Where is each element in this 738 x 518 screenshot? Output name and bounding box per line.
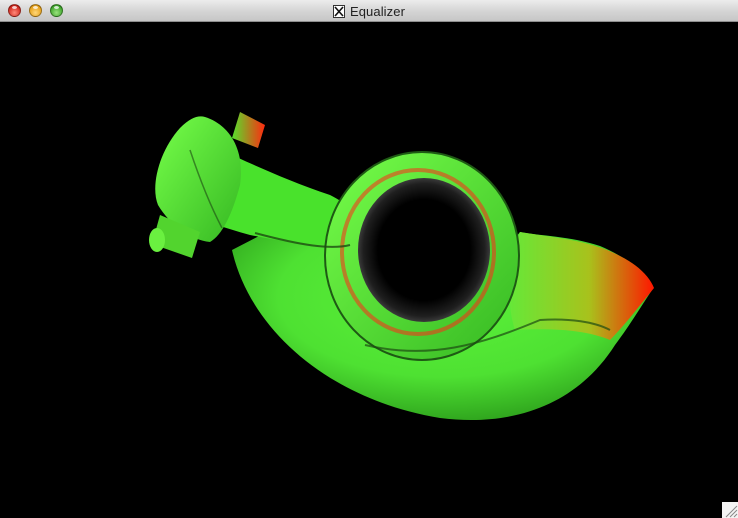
bore-hole <box>358 178 490 322</box>
adjuster-stub-end <box>149 228 165 252</box>
top-pin <box>232 112 265 148</box>
resize-grip-icon <box>725 505 738 518</box>
equalizer-window: Equalizer <box>0 0 738 518</box>
resize-handle[interactable] <box>722 502 738 518</box>
window-title: Equalizer <box>349 3 406 19</box>
title-bar[interactable]: Equalizer <box>0 0 738 22</box>
x11-icon <box>332 4 345 18</box>
rocker-arm-model <box>149 112 654 420</box>
window-title-group: Equalizer <box>0 0 738 22</box>
render-viewport[interactable] <box>0 22 738 518</box>
